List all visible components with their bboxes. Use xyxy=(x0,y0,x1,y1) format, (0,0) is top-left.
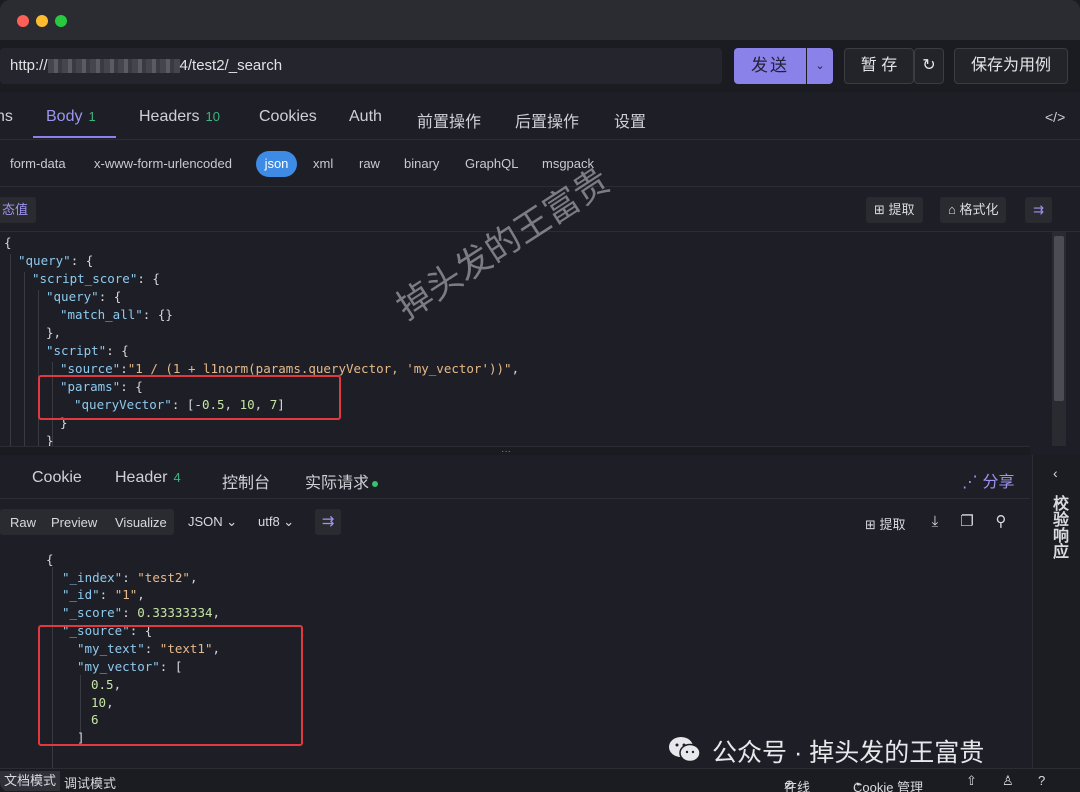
close-window-button[interactable] xyxy=(17,15,29,27)
tab-console[interactable]: 控制台 xyxy=(222,469,270,493)
url-prefix: http:// xyxy=(10,57,48,74)
highlight-box-source xyxy=(38,625,303,746)
wechat-caption: 公众号 · 掉头发的王富贵 xyxy=(712,739,985,767)
extract-button[interactable]: ⊞ 提取 xyxy=(866,197,923,223)
body-type-urlencoded[interactable]: x-www-form-urlencoded xyxy=(94,156,232,171)
code-line: { xyxy=(46,552,54,567)
code-icon[interactable]: </> xyxy=(1045,109,1065,125)
editor-scrollbar[interactable] xyxy=(1052,232,1066,446)
code-line: "script": { xyxy=(46,343,129,358)
code-line: "match_all": {} xyxy=(60,307,173,322)
tab-actual-request[interactable]: 实际请求 xyxy=(305,469,379,493)
tab-response-cookie[interactable]: Cookie xyxy=(32,469,82,487)
tab-headers[interactable]: Headers 10 xyxy=(139,108,220,126)
body-type-graphql[interactable]: GraphQL xyxy=(465,156,518,171)
active-tab-indicator xyxy=(33,136,116,138)
code-line: "query": { xyxy=(18,253,94,268)
save-temp-button[interactable]: 暂 存 xyxy=(844,48,914,84)
redacted-host xyxy=(47,59,180,74)
share-icon: ⋰ xyxy=(962,474,983,491)
collapse-left-icon[interactable]: ‹ xyxy=(1053,465,1058,481)
wechat-icon xyxy=(669,737,701,763)
pane-resize-handle[interactable]: ··· xyxy=(0,446,1030,457)
send-button[interactable]: 发送 xyxy=(734,48,806,84)
code-line: "_id": "1", xyxy=(62,587,145,602)
code-line: "script_score": { xyxy=(32,271,160,286)
doc-mode-button[interactable]: 文档模式 xyxy=(0,771,61,791)
refresh-icon[interactable]: ↻ xyxy=(914,48,944,84)
download-icon[interactable]: ⤓ xyxy=(922,509,948,535)
view-raw[interactable]: Raw xyxy=(10,515,36,530)
response-tabs: Cookie Header 4 控制台 实际请求 ⋰ 分享 xyxy=(0,455,1030,499)
debug-mode-button[interactable]: 调试模式 xyxy=(64,773,116,792)
tab-post-operations[interactable]: 后置操作 xyxy=(515,108,579,132)
title-bar xyxy=(0,0,1080,40)
app-window: http://4/test2/_search 发送 ⌄ 暂 存 ↻ 保存为用例 … xyxy=(0,0,1080,792)
tab-params[interactable]: ns xyxy=(0,108,13,126)
code-line: "_index": "test2", xyxy=(62,570,198,585)
format-icon: ⌂ xyxy=(948,202,960,217)
help-icon[interactable]: ? xyxy=(1038,773,1045,788)
shirt-icon[interactable]: ♙ xyxy=(1002,773,1014,789)
format-select[interactable]: JSON ⌄ xyxy=(188,514,237,530)
body-type-json[interactable]: json xyxy=(256,151,297,177)
request-bar: http:// 4/test2/_search 发送 ⌄ 暂 存 ↻ 保存为用例 xyxy=(0,40,1080,92)
url-path: 4/test2/_search xyxy=(179,57,283,74)
minimize-window-button[interactable] xyxy=(36,15,48,27)
response-toolbar: Raw Preview Visualize JSON ⌄ utf8 ⌄ ⇉ ⊞ … xyxy=(0,499,1030,545)
maximize-window-button[interactable] xyxy=(55,15,67,27)
format-button[interactable]: ⌂ 格式化 xyxy=(940,197,1007,223)
body-type-selector: form-data x-www-form-urlencoded json xml… xyxy=(0,140,1080,186)
upload-icon[interactable]: ⇧ xyxy=(966,773,977,789)
tab-body[interactable]: Body 1 xyxy=(46,108,96,126)
tab-pre-operations[interactable]: 前置操作 xyxy=(417,108,481,132)
response-extract-button[interactable]: ⊞ 提取 xyxy=(865,514,906,533)
code-line: "_score": 0.33333334, xyxy=(62,605,221,620)
save-as-case-button[interactable]: 保存为用例 xyxy=(954,48,1068,84)
search-icon[interactable]: ⚲ xyxy=(988,509,1014,535)
body-type-raw[interactable]: raw xyxy=(359,156,380,171)
status-dot xyxy=(372,480,379,487)
tab-auth[interactable]: Auth xyxy=(349,108,382,126)
view-preview[interactable]: Preview xyxy=(51,515,97,530)
code-line: "query": { xyxy=(46,289,122,304)
code-line: } xyxy=(46,433,54,446)
body-type-binary[interactable]: binary xyxy=(404,156,439,171)
wrap-lines-icon[interactable]: ⇉ xyxy=(1025,197,1052,223)
tab-cookies[interactable]: Cookies xyxy=(259,108,317,126)
extract-icon: ⊞ xyxy=(865,517,880,532)
wrap-lines-icon[interactable]: ⇉ xyxy=(315,509,341,535)
code-line: { xyxy=(4,235,12,250)
body-type-form-data[interactable]: form-data xyxy=(10,156,66,171)
view-visualize[interactable]: Visualize xyxy=(115,515,167,530)
highlight-box-params xyxy=(38,375,341,420)
side-panel: ‹ 校验响应 xyxy=(1032,455,1080,768)
validate-response-label[interactable]: 校验响应 xyxy=(1049,495,1067,559)
request-tabs: ns Body 1 Headers 10 Cookies Auth 前置操作 后置操… xyxy=(0,92,1080,140)
code-line: }, xyxy=(46,325,62,340)
view-mode-group: Raw Preview Visualize xyxy=(0,509,174,535)
tab-response-header[interactable]: Header 4 xyxy=(115,469,181,487)
copy-icon[interactable]: ❐ xyxy=(954,509,980,535)
url-input[interactable]: http:// 4/test2/_search xyxy=(0,48,722,84)
status-bar: 文档模式 调试模式 ⊘ 在线 ◔ Cookie 管理 ⇧ ♙ ? xyxy=(0,768,1080,792)
extract-icon: ⊞ xyxy=(874,202,889,217)
send-dropdown-chevron-icon[interactable]: ⌄ xyxy=(807,48,833,84)
share-button[interactable]: ⋰ 分享 xyxy=(962,468,1014,492)
body-type-xml[interactable]: xml xyxy=(313,156,333,171)
dynamic-value-button[interactable]: 态值 xyxy=(0,197,37,223)
encoding-select[interactable]: utf8 ⌄ xyxy=(258,514,294,530)
